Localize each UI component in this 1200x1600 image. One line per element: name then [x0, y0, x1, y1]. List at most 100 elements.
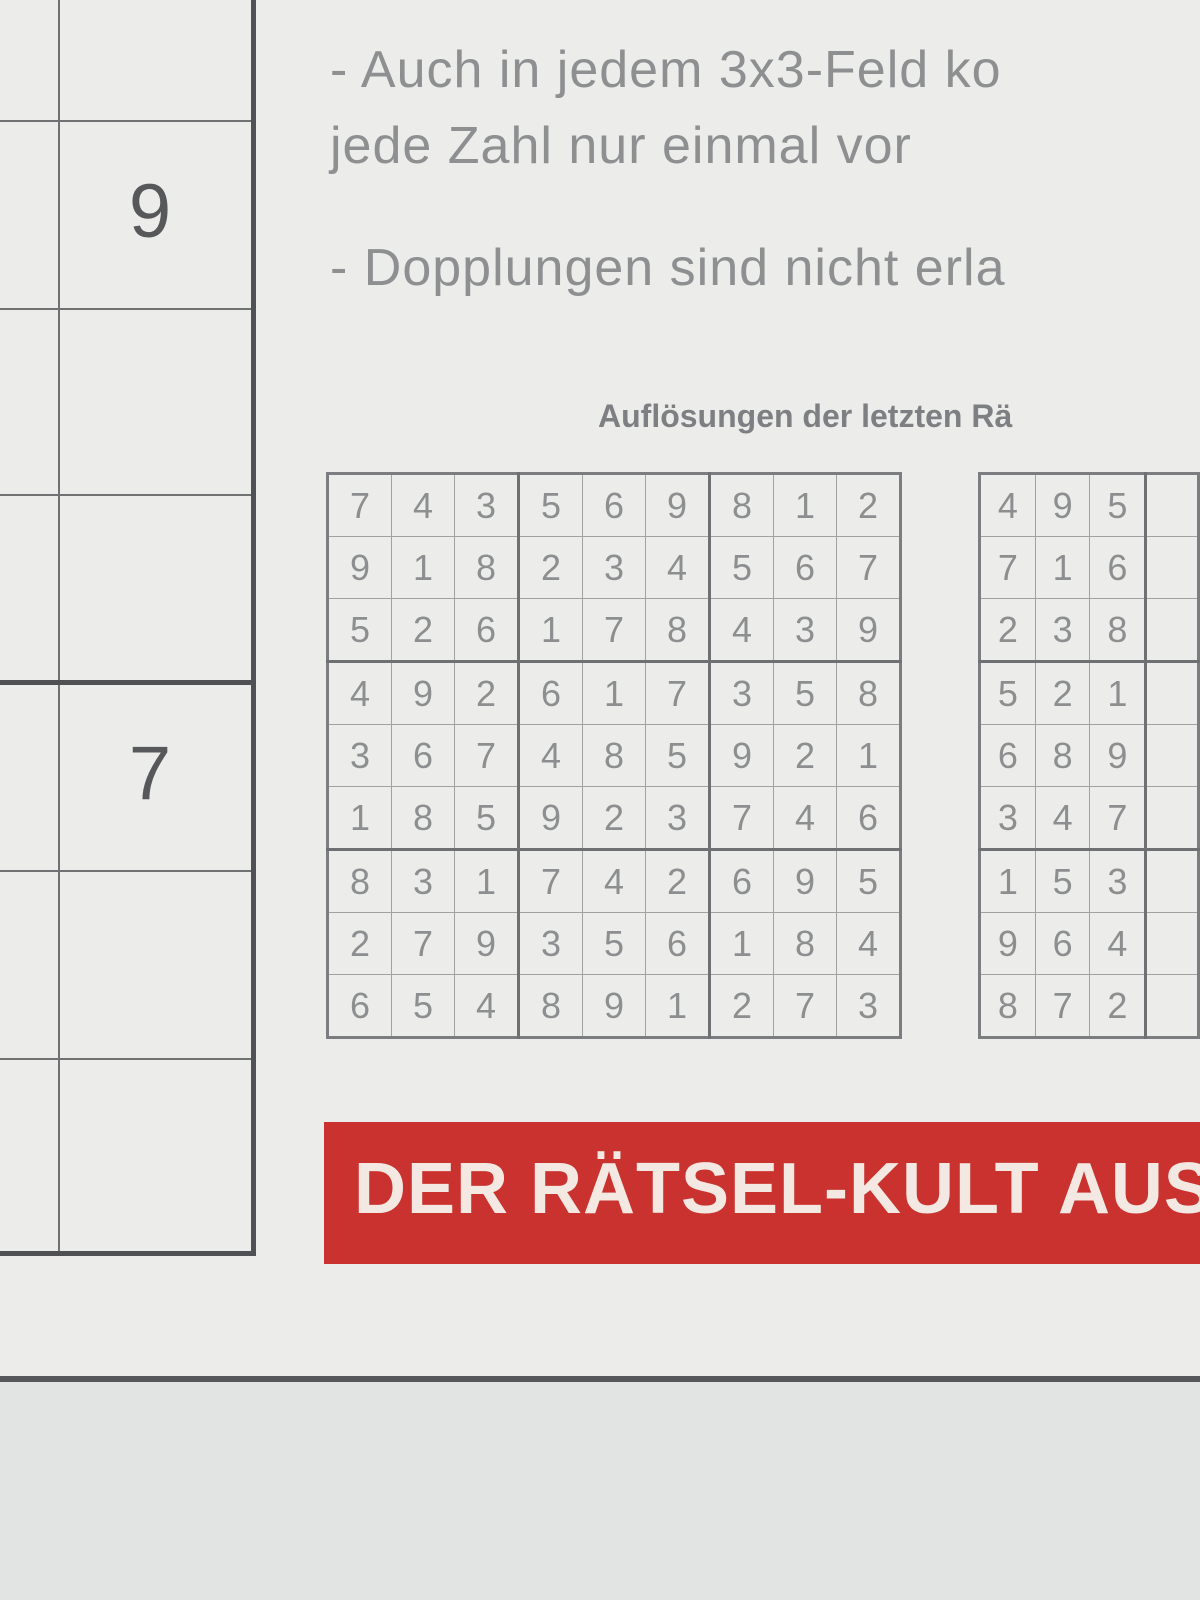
- grid-cell: 4: [327, 660, 392, 725]
- grid-cell: 6: [327, 974, 392, 1038]
- grid-cell: 3: [391, 848, 455, 913]
- grid-cell: 5: [582, 912, 646, 975]
- grid-cell: 7: [979, 536, 1036, 599]
- grid-cell: 9: [979, 912, 1036, 975]
- grid-row: 743569812: [327, 473, 901, 537]
- grid-cell: 3: [1089, 848, 1147, 913]
- grid-cell: 7: [454, 724, 519, 787]
- grid-cell: [1144, 724, 1199, 787]
- solution-grid-2: 495716238521689347153964872: [978, 472, 1200, 1039]
- grid-cell: 6: [1034, 912, 1091, 975]
- grid-cell: 2: [1034, 660, 1091, 725]
- grid-cell: 8: [454, 536, 519, 599]
- grid-cell: 6: [1089, 536, 1147, 599]
- instruction-line: - Dopplungen sind nicht erla: [330, 239, 1006, 297]
- grid-cell: 9: [582, 974, 646, 1038]
- grid-row: 347: [979, 786, 1199, 850]
- left-puzzle-row-line: [0, 870, 251, 872]
- grid-cell: 2: [391, 598, 455, 662]
- grid-cell: 9: [645, 473, 710, 537]
- grid-cell: [1144, 974, 1199, 1038]
- grid-cell: 1: [517, 598, 583, 662]
- left-puzzle-row-line: [0, 1058, 251, 1060]
- grid-cell: 1: [773, 473, 837, 537]
- grid-cell: 8: [773, 912, 837, 975]
- grid-cell: 2: [327, 912, 392, 975]
- grid-cell: 6: [979, 724, 1036, 787]
- grid-cell: 7: [708, 786, 774, 850]
- lower-page: [0, 1382, 1200, 1600]
- grid-cell: 7: [836, 536, 901, 599]
- grid-cell: [1144, 536, 1199, 599]
- grid-cell: 9: [773, 848, 837, 913]
- grid-row: 872: [979, 974, 1199, 1038]
- grid-cell: 9: [1089, 724, 1147, 787]
- grid-cell: 9: [391, 660, 455, 725]
- grid-cell: 4: [773, 786, 837, 850]
- grid-cell: 2: [1089, 974, 1147, 1038]
- grid-cell: 5: [327, 598, 392, 662]
- grid-cell: 4: [391, 473, 455, 537]
- grid-row: 526178439: [327, 598, 901, 662]
- grid-cell: 8: [979, 974, 1036, 1038]
- grid-row: 831742695: [327, 848, 901, 913]
- grid-cell: 4: [517, 724, 583, 787]
- grid-cell: 4: [1089, 912, 1147, 975]
- grid-row: 185923746: [327, 786, 901, 850]
- grid-cell: 5: [454, 786, 519, 850]
- grid-cell: [1144, 848, 1199, 913]
- grid-cell: 2: [979, 598, 1036, 662]
- grid-row: 367485921: [327, 724, 901, 787]
- grid-row: 689: [979, 724, 1199, 787]
- grid-row: 492617358: [327, 660, 901, 725]
- grid-cell: [1144, 598, 1199, 662]
- grid-cell: 5: [645, 724, 710, 787]
- left-puzzle-row-line: [0, 494, 251, 496]
- grid-cell: 1: [979, 848, 1036, 913]
- grid-cell: 6: [645, 912, 710, 975]
- grid-cell: 2: [773, 724, 837, 787]
- grid-cell: [1144, 660, 1199, 725]
- grid-row: 521: [979, 660, 1199, 725]
- grid-cell: 5: [391, 974, 455, 1038]
- grid-cell: 4: [454, 974, 519, 1038]
- grid-cell: 6: [773, 536, 837, 599]
- grid-cell: 3: [645, 786, 710, 850]
- grid-cell: 3: [979, 786, 1036, 850]
- grid-cell: [1144, 473, 1199, 537]
- grid-cell: 4: [979, 473, 1036, 537]
- grid-cell: 9: [327, 536, 392, 599]
- grid-cell: 2: [645, 848, 710, 913]
- grid-cell: 8: [645, 598, 710, 662]
- grid-cell: 6: [836, 786, 901, 850]
- grid-row: 654891273: [327, 974, 901, 1038]
- solution-grid-2-wrapper: 495716238521689347153964872: [970, 472, 1200, 1072]
- grid-cell: 1: [327, 786, 392, 850]
- grid-cell: 6: [454, 598, 519, 662]
- grid-row: 918234567: [327, 536, 901, 599]
- instruction-line: - Auch in jedem 3x3-Feld ko: [330, 41, 1002, 99]
- grid-cell: 7: [773, 974, 837, 1038]
- promo-banner: DER RÄTSEL-KULT AUS: [324, 1122, 1200, 1264]
- grid-cell: 5: [517, 473, 583, 537]
- grid-cell: 7: [517, 848, 583, 913]
- grid-cell: 7: [582, 598, 646, 662]
- grid-cell: 7: [645, 660, 710, 725]
- instruction-line: jede Zahl nur einmal vor: [330, 117, 912, 175]
- grid-cell: 5: [708, 536, 774, 599]
- grid-cell: 9: [454, 912, 519, 975]
- grid-cell: 1: [836, 724, 901, 787]
- grid-cell: 3: [454, 473, 519, 537]
- grid-row: 238: [979, 598, 1199, 662]
- grid-cell: 2: [708, 974, 774, 1038]
- grid-cell: 1: [582, 660, 646, 725]
- grid-row: 279356184: [327, 912, 901, 975]
- grid-cell: 5: [979, 660, 1036, 725]
- grid-cell: 4: [582, 848, 646, 913]
- grid-cell: 1: [454, 848, 519, 913]
- grid-cell: 4: [1034, 786, 1091, 850]
- grid-cell: 6: [517, 660, 583, 725]
- grid-cell: 7: [391, 912, 455, 975]
- grid-cell: 6: [582, 473, 646, 537]
- newspaper-page: 9 7 - Auch in jedem 3x3-Feld ko jede Zah…: [0, 0, 1200, 1378]
